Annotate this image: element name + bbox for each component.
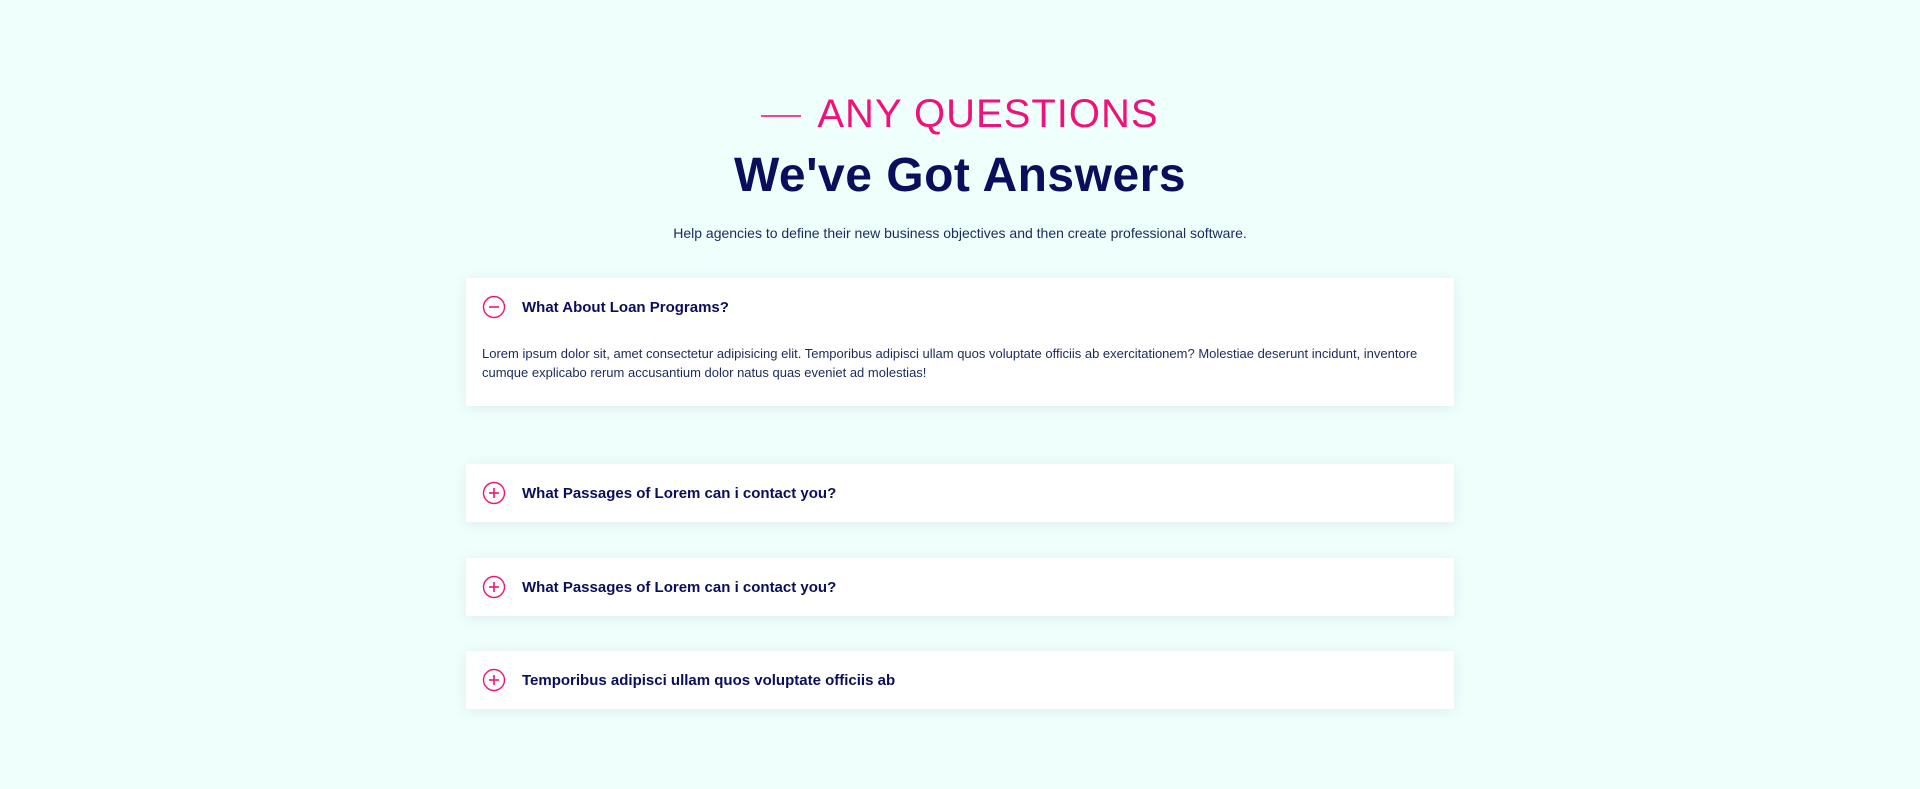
- faq-question: What Passages of Lorem can i contact you…: [522, 484, 837, 502]
- eyebrow-text: ANY QUESTIONS: [817, 92, 1159, 136]
- faq-header-2[interactable]: What Passages of Lorem can i contact you…: [466, 464, 1454, 522]
- faq-item-1: What About Loan Programs? Lorem ipsum do…: [466, 278, 1454, 406]
- faq-header-1[interactable]: What About Loan Programs?: [466, 278, 1454, 336]
- plus-circle-icon[interactable]: [482, 575, 506, 599]
- eyebrow-line: [761, 115, 802, 117]
- section-subtitle: Help agencies to define their new busine…: [673, 225, 1247, 241]
- faq-question: What About Loan Programs?: [522, 298, 729, 316]
- section-title: We've Got Answers: [733, 149, 1187, 202]
- faq-answer: Lorem ipsum dolor sit, amet consectetur …: [482, 346, 1418, 380]
- minus-circle-icon[interactable]: [482, 295, 506, 319]
- faq-question: Temporibus adipisci ullam quos voluptate…: [522, 671, 896, 689]
- faq-question: What Passages of Lorem can i contact you…: [522, 578, 837, 596]
- eyebrow: ANY QUESTIONS: [0, 90, 1920, 138]
- faq-header-3[interactable]: What Passages of Lorem can i contact you…: [466, 558, 1454, 616]
- plus-circle-icon[interactable]: [482, 481, 506, 505]
- faq-section: ANY QUESTIONS We've Got Answers Help age…: [0, 0, 1920, 789]
- faq-item-3: What Passages of Lorem can i contact you…: [466, 558, 1454, 616]
- faq-item-4: Temporibus adipisci ullam quos voluptate…: [466, 651, 1454, 709]
- faq-item-2: What Passages of Lorem can i contact you…: [466, 464, 1454, 522]
- faq-header-4[interactable]: Temporibus adipisci ullam quos voluptate…: [466, 651, 1454, 709]
- plus-circle-icon[interactable]: [482, 668, 506, 692]
